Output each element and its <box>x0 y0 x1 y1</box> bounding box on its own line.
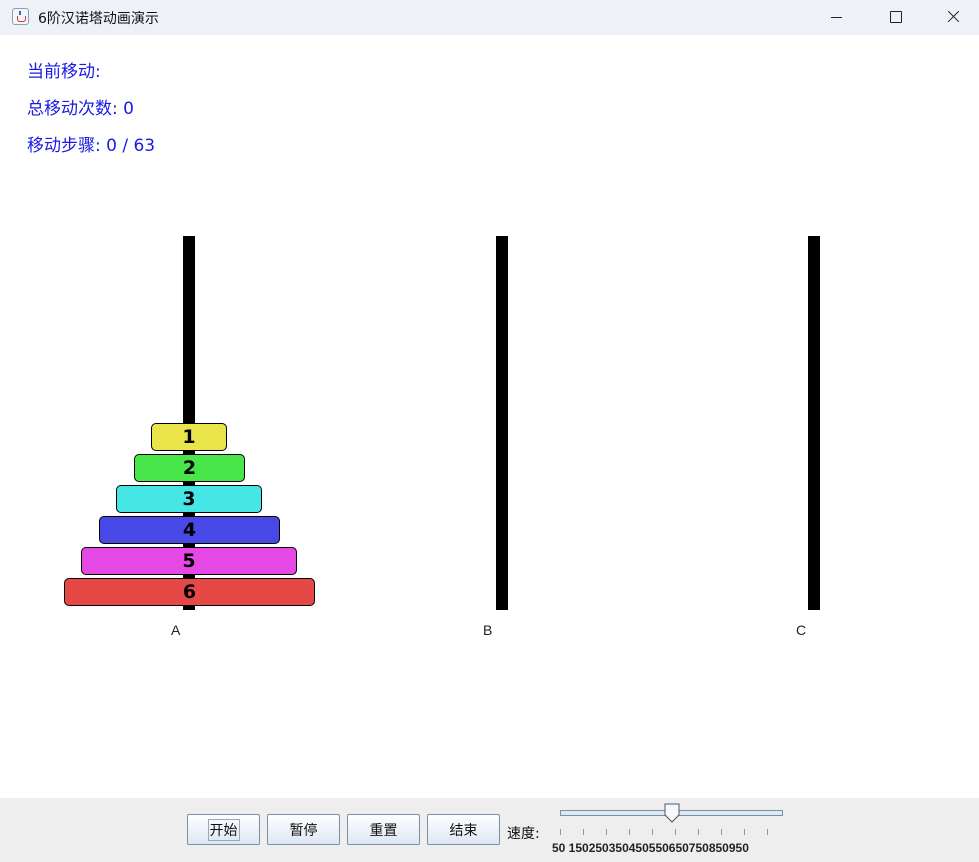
speed-slider-thumb[interactable] <box>664 803 680 823</box>
speed-slider-tick <box>744 829 745 835</box>
speed-slider-tick <box>721 829 722 835</box>
title-bar: 6阶汉诺塔动画演示 <box>0 0 979 35</box>
disk-4-label: 4 <box>182 519 197 541</box>
peg-c <box>808 236 820 610</box>
speed-slider-tick <box>606 829 607 835</box>
start-button-label: 开始 <box>207 818 240 841</box>
disk-2: 2 <box>134 454 245 482</box>
speed-slider-tick <box>767 829 768 835</box>
disk-5-label: 5 <box>182 550 196 572</box>
disk-2-label: 2 <box>182 457 197 479</box>
peg-a-label: A <box>171 622 181 638</box>
current-move-label: 当前移动: <box>27 62 101 82</box>
speed-tick-labels: 50 150250350450550650750850950 <box>552 841 749 855</box>
disk-5: 5 <box>81 547 297 575</box>
total-moves-label: 总移动次数: 0 <box>27 99 134 119</box>
reset-button[interactable]: 重置 <box>347 814 420 845</box>
speed-slider-tick <box>698 829 699 835</box>
start-button[interactable]: 开始 <box>187 814 260 845</box>
disk-4: 4 <box>99 516 280 544</box>
disk-3: 3 <box>116 485 262 513</box>
speed-slider-tick <box>583 829 584 835</box>
java-app-icon <box>12 8 29 25</box>
window-title: 6阶汉诺塔动画演示 <box>38 11 159 27</box>
peg-b <box>496 236 508 610</box>
peg-c-label: C <box>796 622 807 638</box>
move-steps-label: 移动步骤: 0 / 63 <box>27 136 156 156</box>
disk-1-label: 1 <box>182 426 196 448</box>
maximize-icon[interactable] <box>867 0 923 35</box>
speed-slider-tick <box>675 829 676 835</box>
speed-slider-tick <box>629 829 630 835</box>
end-button[interactable]: 结束 <box>427 814 500 845</box>
disk-6: 6 <box>64 578 315 606</box>
speed-slider-tick <box>652 829 653 835</box>
pause-button[interactable]: 暂停 <box>267 814 340 845</box>
disk-3-label: 3 <box>182 488 196 510</box>
close-icon[interactable] <box>925 0 979 35</box>
minimize-icon[interactable] <box>809 0 865 35</box>
peg-b-label: B <box>483 622 493 638</box>
speed-slider-tick <box>560 829 561 835</box>
speed-label: 速度: <box>507 826 540 842</box>
disk-1: 1 <box>151 423 227 451</box>
disk-6-label: 6 <box>182 581 197 603</box>
